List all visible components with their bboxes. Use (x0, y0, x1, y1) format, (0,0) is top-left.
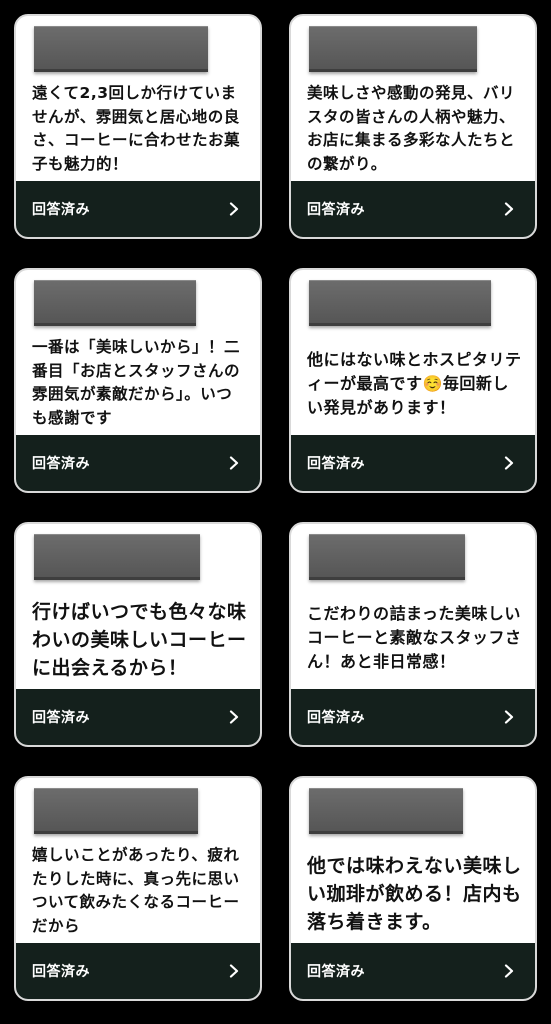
review-card: 行けばいつでも色々な味わいの美味しいコーヒーに出会えるから！ 回答済み (14, 522, 262, 747)
answered-status-label: 回答済み (32, 202, 90, 218)
answered-status-label: 回答済み (307, 710, 365, 726)
review-text: 嬉しいことがあったり、疲れたりした時に、真っ先に思いついて飲みたくなるコーヒーだ… (32, 846, 240, 935)
review-text: 他では味わえない美味しい珈琲が飲める！店内も落ち着きます。 (307, 855, 522, 933)
review-card: 他では味わえない美味しい珈琲が飲める！店内も落ち着きます。 回答済み (289, 776, 537, 1001)
redacted-name-block (309, 26, 477, 72)
review-card: こだわりの詰まった美味しいコーヒーと素敵なスタッフさん！あと非日常感！ 回答済み (289, 522, 537, 747)
review-card: 一番は「美味しいから」！二番目「お店とスタッフさんの雰囲気が素敵だから」。いつも… (14, 268, 262, 493)
answered-footer-button[interactable]: 回答済み (16, 689, 260, 745)
review-text: 行けばいつでも色々な味わいの美味しいコーヒーに出会えるから！ (32, 601, 247, 679)
answered-footer-button[interactable]: 回答済み (16, 435, 260, 491)
redacted-name-block (309, 534, 465, 580)
redacted-name-block (309, 788, 463, 834)
chevron-right-icon (228, 710, 240, 724)
answered-status-label: 回答済み (307, 456, 365, 472)
review-card: 他にはない味とホスピタリティーが最高です☺️毎回新しい発見があります！ 回答済み (289, 268, 537, 493)
answered-status-label: 回答済み (32, 710, 90, 726)
answered-footer-button[interactable]: 回答済み (291, 181, 535, 237)
review-card-grid: 遠くて2,3回しか行けていませんが、雰囲気と居心地の良さ、コーヒーに合わせたお菓… (0, 0, 551, 1024)
redacted-name-block (34, 26, 208, 72)
redacted-name-block (34, 534, 200, 580)
answered-status-label: 回答済み (32, 964, 90, 980)
answered-footer-button[interactable]: 回答済み (291, 943, 535, 999)
review-card: 美味しさや感動の発見、バリスタの皆さんの人柄や魅力、お店に集まる多彩な人たちとの… (289, 14, 537, 239)
chevron-right-icon (228, 202, 240, 216)
answered-footer-button[interactable]: 回答済み (16, 943, 260, 999)
chevron-right-icon (503, 964, 515, 978)
answered-status-label: 回答済み (307, 202, 365, 218)
chevron-right-icon (228, 964, 240, 978)
review-card: 嬉しいことがあったり、疲れたりした時に、真っ先に思いついて飲みたくなるコーヒーだ… (14, 776, 262, 1001)
review-text: こだわりの詰まった美味しいコーヒーと素敵なスタッフさん！あと非日常感！ (307, 604, 522, 671)
chevron-right-icon (228, 456, 240, 470)
answered-status-label: 回答済み (32, 456, 90, 472)
review-text: 美味しさや感動の発見、バリスタの皆さんの人柄や魅力、お店に集まる多彩な人たちとの… (307, 84, 516, 173)
answered-footer-button[interactable]: 回答済み (291, 689, 535, 745)
redacted-name-block (309, 280, 491, 326)
review-text: 他にはない味とホスピタリティーが最高です☺️毎回新しい発見があります！ (307, 350, 522, 417)
answered-footer-button[interactable]: 回答済み (291, 435, 535, 491)
review-card: 遠くて2,3回しか行けていませんが、雰囲気と居心地の良さ、コーヒーに合わせたお菓… (14, 14, 262, 239)
chevron-right-icon (503, 202, 515, 216)
chevron-right-icon (503, 710, 515, 724)
review-text: 遠くて2,3回しか行けていませんが、雰囲気と居心地の良さ、コーヒーに合わせたお菓… (32, 84, 241, 173)
answered-footer-button[interactable]: 回答済み (16, 181, 260, 237)
review-text: 一番は「美味しいから」！二番目「お店とスタッフさんの雰囲気が素敵だから」。いつも… (32, 338, 241, 427)
redacted-name-block (34, 280, 196, 326)
answered-status-label: 回答済み (307, 964, 365, 980)
redacted-name-block (34, 788, 198, 834)
chevron-right-icon (503, 456, 515, 470)
